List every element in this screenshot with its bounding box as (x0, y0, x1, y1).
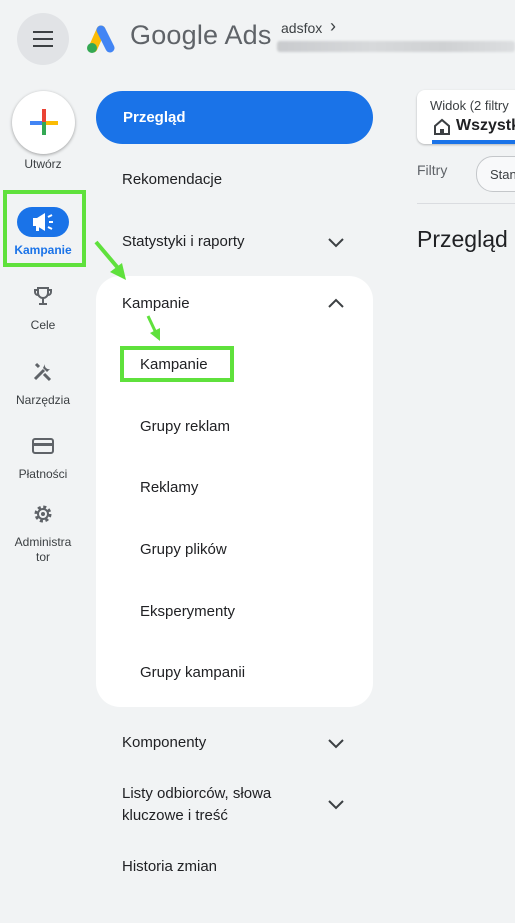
nav-item-recommendations[interactable]: Rekomendacje (122, 171, 222, 188)
plus-icon (30, 109, 58, 135)
nav-subitem-asset-groups[interactable]: Grupy plików (140, 541, 227, 558)
nav-item-change-history[interactable]: Historia zmian (122, 858, 217, 875)
page-title: Przegląd (417, 226, 508, 252)
chevron-down-icon[interactable] (327, 798, 345, 810)
create-label: Utwórz (24, 157, 62, 171)
nav-subitem-ads[interactable]: Reklamy (140, 479, 198, 496)
divider (417, 203, 515, 204)
brand-title: Google Ads (130, 20, 272, 50)
nav-item-audiences[interactable]: Listy odbiorców, słowa (122, 785, 271, 802)
nav-item-overview[interactable]: Przegląd (96, 91, 373, 144)
nav-subitem-campaigns[interactable]: Kampanie (140, 356, 208, 373)
view-active-bar (432, 140, 515, 144)
nav-item-stats[interactable]: Statystyki i raporty (122, 233, 245, 250)
trophy-icon (34, 287, 52, 305)
rail-label-campaigns[interactable]: Kampanie (0, 243, 86, 257)
account-chevron-icon[interactable]: › (330, 16, 336, 37)
rail-label-goals[interactable]: Cele (0, 318, 86, 332)
chevron-down-icon[interactable] (327, 236, 345, 248)
nav-subitem-ad-groups[interactable]: Grupy reklam (140, 418, 230, 435)
filter-chip-label[interactable]: Stan (490, 167, 515, 182)
filters-label: Filtry (417, 162, 448, 178)
nav-subitem-experiments[interactable]: Eksperymenty (140, 603, 235, 620)
rail-item-campaigns[interactable] (17, 207, 69, 237)
view-value: Wszystk (456, 117, 515, 134)
view-label: Widok (2 filtry (430, 98, 509, 113)
tools-icon (33, 362, 52, 382)
chevron-up-icon[interactable] (327, 297, 345, 309)
rail-label-billing[interactable]: Płatności (0, 467, 86, 481)
pointer-arrow-icon (146, 315, 160, 341)
campaigns-group-card (96, 276, 373, 707)
pointer-arrow-icon (94, 240, 126, 280)
credit-card-icon (32, 438, 54, 454)
nav-item-components[interactable]: Komponenty (122, 734, 206, 751)
nav-item-campaigns-group[interactable]: Kampanie (122, 295, 190, 312)
megaphone-icon (33, 213, 53, 231)
create-button[interactable] (12, 91, 75, 154)
google-ads-logo (87, 25, 115, 53)
home-icon (434, 118, 450, 135)
account-name[interactable]: adsfox (281, 20, 322, 36)
rail-label-admin-line2[interactable]: tor (0, 550, 86, 564)
gear-icon (34, 505, 52, 523)
nav-subitem-campaign-groups[interactable]: Grupy kampanii (140, 664, 245, 681)
chevron-down-icon[interactable] (327, 737, 345, 749)
rail-label-admin[interactable]: Administra (0, 535, 86, 549)
rail-label-tools[interactable]: Narzędzia (0, 393, 86, 407)
nav-item-audiences-line2[interactable]: kluczowe i treść (122, 807, 228, 824)
account-id-redacted (277, 41, 515, 52)
main-menu-button[interactable] (17, 13, 69, 65)
